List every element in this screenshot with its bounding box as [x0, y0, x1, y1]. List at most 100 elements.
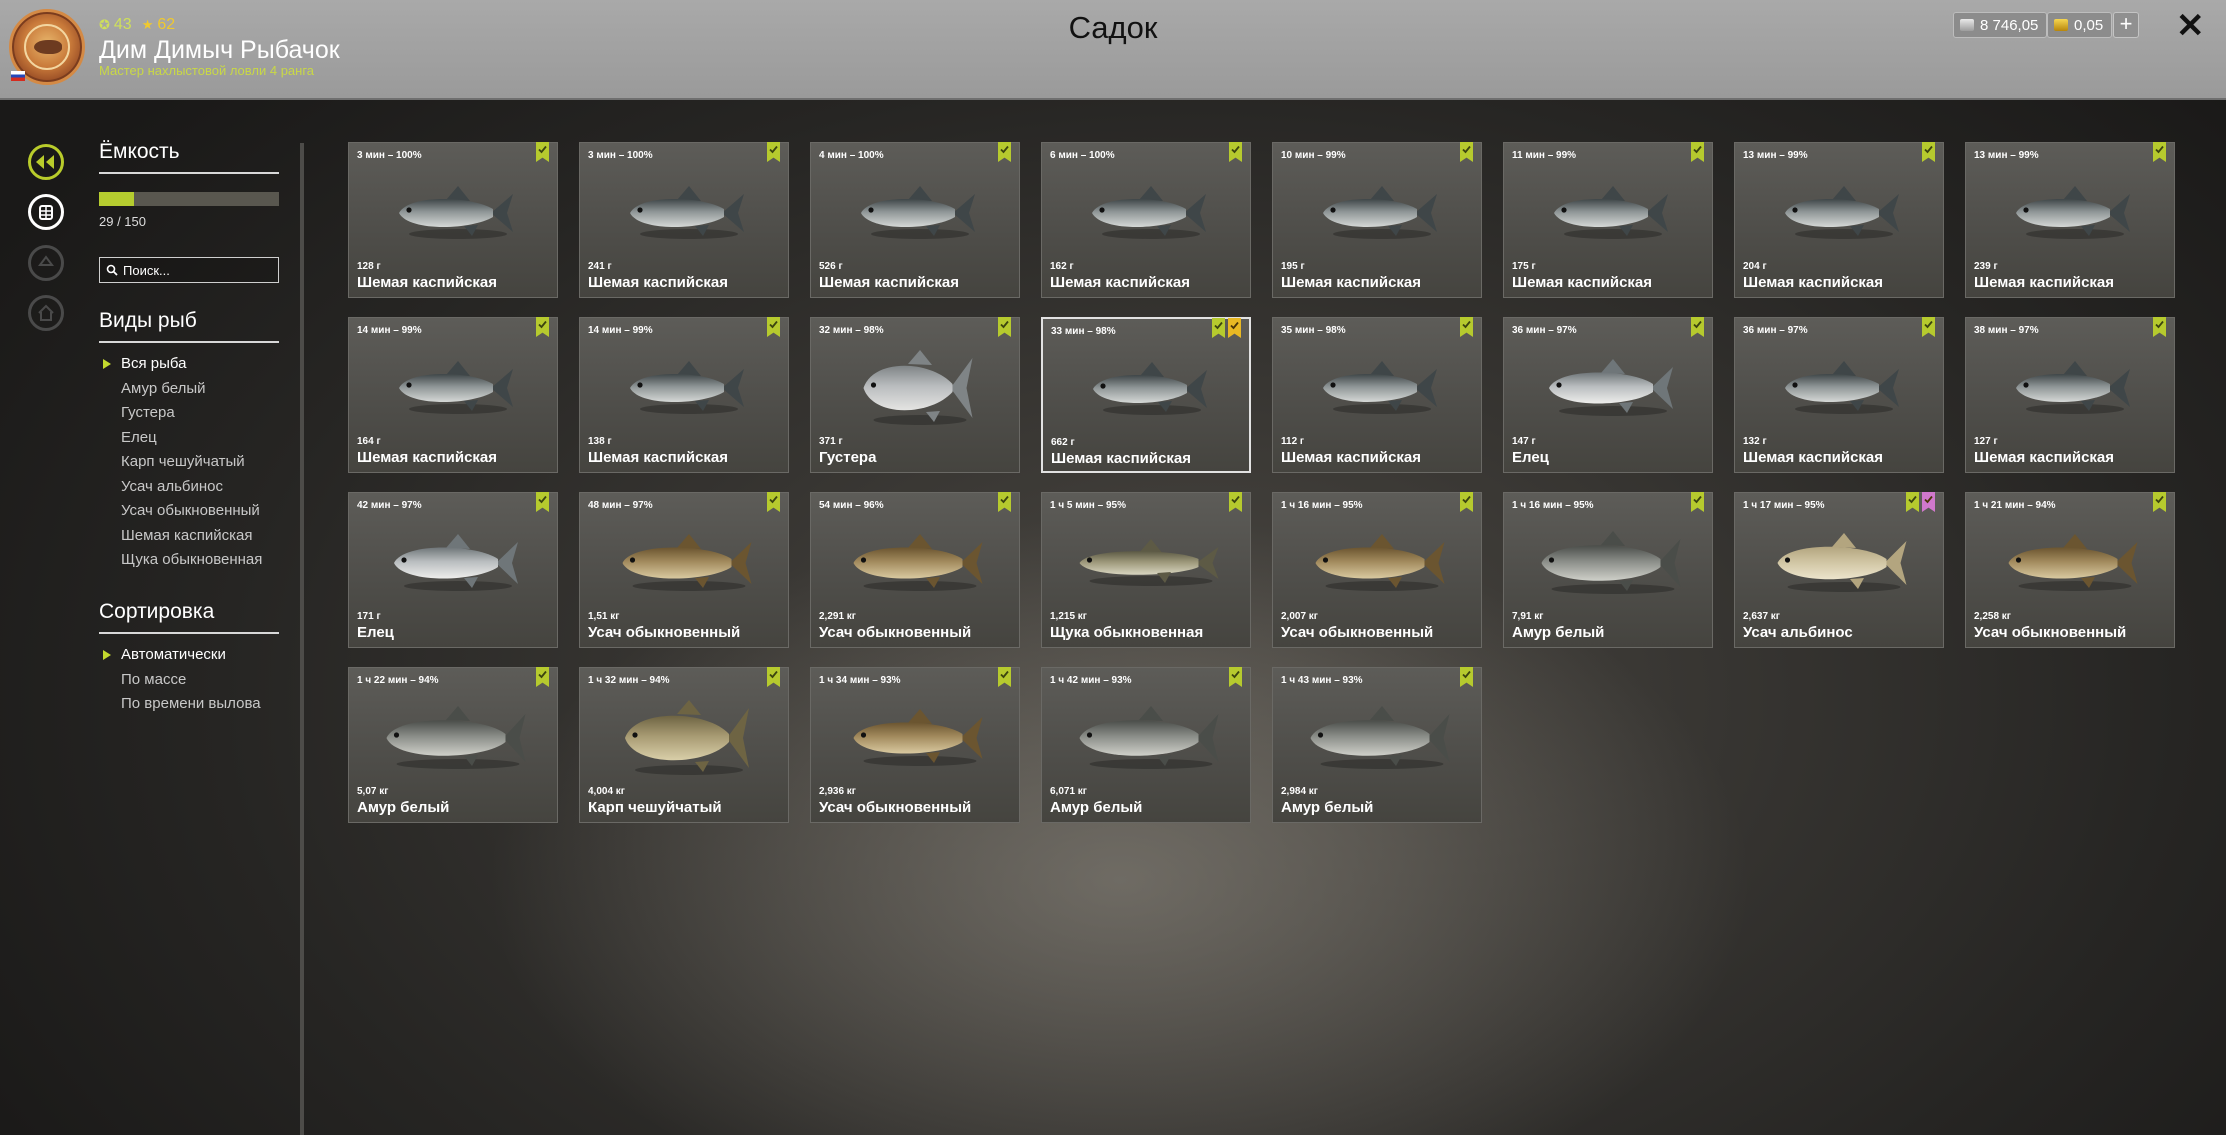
capacity-count: 29 / 150 — [99, 214, 146, 229]
fish-card[interactable]: 36 мин – 97% 147 г Елец — [1503, 317, 1713, 473]
fish-card[interactable]: 38 мин – 97% 127 г Шемая каспийская — [1965, 317, 2175, 473]
add-currency-button[interactable]: + — [2113, 12, 2139, 38]
green-bookmark-icon — [1229, 142, 1242, 162]
fish-name: Карп чешуйчатый — [588, 799, 722, 816]
catch-time-quality: 36 мин – 97% — [1512, 325, 1577, 336]
catch-time-quality: 32 мин – 98% — [819, 325, 884, 336]
back-button[interactable] — [28, 144, 64, 180]
fish-card[interactable]: 13 мин – 99% 239 г Шемая каспийская — [1965, 142, 2175, 298]
fish-name: Елец — [357, 624, 394, 641]
sort-option-auto[interactable]: Автоматически — [99, 643, 279, 668]
fish-name: Шемая каспийская — [1974, 274, 2115, 291]
green-bookmark-icon — [1691, 142, 1704, 162]
fish-card[interactable]: 1 ч 22 мин – 94% 5,07 кг Амур белый — [348, 667, 558, 823]
fish-card[interactable]: 1 ч 42 мин – 93% 6,071 кг Амур белый — [1041, 667, 1251, 823]
usach-fish-image — [853, 534, 983, 591]
fish-card[interactable]: 32 мин – 98% 371 г Густера — [810, 317, 1020, 473]
fish-card[interactable]: 13 мин – 99% 204 г Шемая каспийская — [1734, 142, 1944, 298]
fish-badges — [1460, 667, 1473, 687]
fish-card[interactable]: 14 мин – 99% 138 г Шемая каспийская — [579, 317, 789, 473]
fish-card[interactable]: 36 мин – 97% 132 г Шемая каспийская — [1734, 317, 1944, 473]
shemaya-fish-image — [630, 186, 744, 239]
fish-weight: 147 г — [1512, 436, 1536, 447]
fish-card[interactable]: 42 мин – 97% 171 г Елец — [348, 492, 558, 648]
close-button[interactable]: ✕ — [2176, 6, 2205, 46]
shemaya-fish-image — [1093, 362, 1207, 415]
gold-balance[interactable]: 0,05 — [2047, 12, 2113, 38]
catch-time-quality: 14 мин – 99% — [357, 325, 422, 336]
fish-card[interactable]: 1 ч 43 мин – 93% 2,984 кг Амур белый — [1272, 667, 1482, 823]
fish-card[interactable]: 1 ч 34 мин – 93% 2,936 кг Усач обыкновенн… — [810, 667, 1020, 823]
fish-card[interactable]: 6 мин – 100% 162 г Шемая каспийская — [1041, 142, 1251, 298]
fish-card[interactable]: 1 ч 16 мин – 95% 2,007 кг Усач обыкновенн… — [1272, 492, 1482, 648]
species-filter-item[interactable]: Щука обыкновенная — [99, 548, 279, 573]
fish-badges — [2153, 317, 2166, 337]
green-bookmark-icon — [1906, 492, 1919, 512]
catch-time-quality: 35 мин – 98% — [1281, 325, 1346, 336]
keepnet-button[interactable] — [28, 194, 64, 230]
fish-card[interactable]: 3 мин – 100% 241 г Шемая каспийская — [579, 142, 789, 298]
catch-time-quality: 1 ч 22 мин – 94% — [357, 675, 439, 686]
fish-name: Шемая каспийская — [1051, 450, 1192, 467]
fish-card[interactable]: 33 мин – 98% 662 г Шемая каспийская — [1041, 317, 1251, 473]
fish-card[interactable]: 1 ч 5 мин – 95% 1,215 кг Щука обыкновенна… — [1041, 492, 1251, 648]
fish-card[interactable]: 11 мин – 99% 175 г Шемая каспийская — [1503, 142, 1713, 298]
species-filter-item[interactable]: Усач обыкновенный — [99, 499, 279, 524]
fish-weight: 162 г — [1050, 261, 1074, 272]
fish-card[interactable]: 4 мин – 100% 526 г Шемая каспийская — [810, 142, 1020, 298]
catch-time-quality: 1 ч 42 мин – 93% — [1050, 675, 1132, 686]
shemaya-fish-image — [1785, 361, 1899, 414]
fish-card[interactable]: 3 мин – 100% 128 г Шемая каспийская — [348, 142, 558, 298]
elets-fish-image — [1549, 359, 1673, 416]
sidebar-divider — [300, 143, 304, 1135]
fish-name: Усач обыкновенный — [819, 624, 972, 641]
fish-badges — [998, 667, 1011, 687]
green-bookmark-icon — [536, 667, 549, 687]
fish-weight: 127 г — [1974, 436, 1998, 447]
species-filter-item[interactable]: Карп чешуйчатый — [99, 450, 279, 475]
sort-option-mass[interactable]: По массе — [99, 668, 279, 693]
fish-card[interactable]: 1 ч 32 мин – 94% 4,004 кг Карп чешуйчатый — [579, 667, 789, 823]
species-filter-all[interactable]: Вся рыба — [99, 352, 279, 377]
fish-weight: 164 г — [357, 436, 381, 447]
home-button[interactable] — [28, 295, 64, 331]
fish-card[interactable]: 54 мин – 96% 2,291 кг Усач обыкновенный — [810, 492, 1020, 648]
fish-badges — [1922, 142, 1935, 162]
sort-title: Сортировка — [99, 600, 279, 634]
fish-name: Усач обыкновенный — [1281, 624, 1434, 641]
fish-name: Шемая каспийская — [1512, 274, 1653, 291]
home-icon — [38, 304, 54, 321]
search-input[interactable]: Поиск... — [99, 257, 279, 283]
species-filter-item[interactable]: Усач альбинос — [99, 475, 279, 500]
species-filter-item[interactable]: Елец — [99, 426, 279, 451]
fish-name: Шемая каспийская — [1281, 449, 1422, 466]
fish-card[interactable]: 1 ч 21 мин – 94% 2,258 кг Усач обыкновенн… — [1965, 492, 2175, 648]
fish-badges — [2153, 492, 2166, 512]
green-bookmark-icon — [536, 142, 549, 162]
species-filter-item[interactable]: Шемая каспийская — [99, 524, 279, 549]
fish-name: Шемая каспийская — [357, 274, 498, 291]
fish-card[interactable]: 14 мин – 99% 164 г Шемая каспийская — [348, 317, 558, 473]
boat-button[interactable] — [28, 245, 64, 281]
fish-card[interactable]: 10 мин – 99% 195 г Шемая каспийская — [1272, 142, 1482, 298]
green-bookmark-icon — [1922, 317, 1935, 337]
fish-name: Амур белый — [1281, 799, 1374, 816]
species-filter-item[interactable]: Густера — [99, 401, 279, 426]
fish-name: Усач альбинос — [1743, 624, 1853, 641]
fish-card[interactable]: 48 мин – 97% 1,51 кг Усач обыкновенный — [579, 492, 789, 648]
species-filter-item[interactable]: Амур белый — [99, 377, 279, 402]
fish-card[interactable]: 35 мин – 98% 112 г Шемая каспийская — [1272, 317, 1482, 473]
fish-weight: 2,936 кг — [819, 786, 856, 797]
fish-weight: 1,51 кг — [588, 611, 620, 622]
sort-option-time[interactable]: По времени вылова — [99, 692, 279, 717]
fish-card[interactable]: 1 ч 17 мин – 95% 2,637 кг Усач альбинос — [1734, 492, 1944, 648]
page-title: Садок — [1068, 10, 1158, 45]
catch-time-quality: 3 мин – 100% — [588, 150, 653, 161]
fish-card[interactable]: 1 ч 16 мин – 95% 7,91 кг Амур белый — [1503, 492, 1713, 648]
silver-balance[interactable]: 8 746,05 — [1953, 12, 2048, 38]
albinos-fish-image — [1777, 533, 1907, 592]
catch-time-quality: 4 мин – 100% — [819, 150, 884, 161]
fish-weight: 2,984 кг — [1281, 786, 1318, 797]
fish-name: Усач обыкновенный — [1974, 624, 2127, 641]
amur-fish-image — [1079, 706, 1219, 769]
